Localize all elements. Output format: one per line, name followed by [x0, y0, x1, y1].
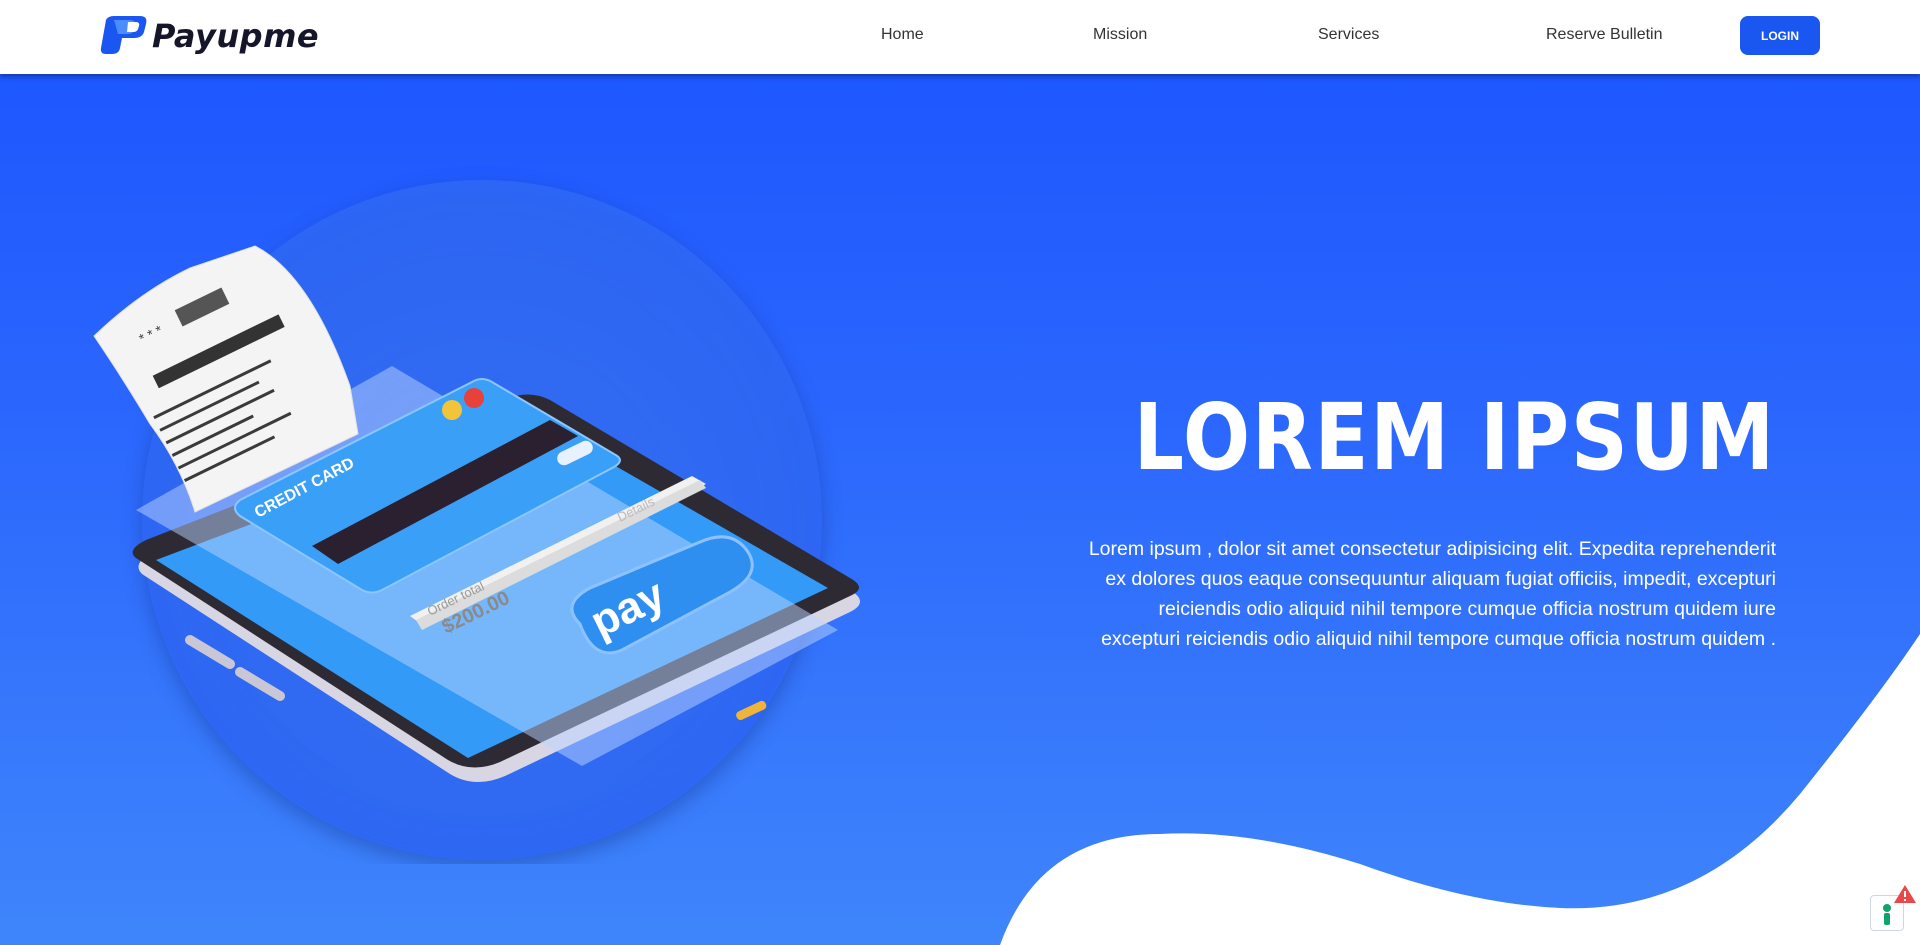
nav-link-reserve-bulletin[interactable]: Reserve Bulletin: [1546, 26, 1663, 44]
payupme-logo-icon: [100, 16, 148, 56]
hero-description: Lorem ipsum , dolor sit amet consectetur…: [1088, 538, 1776, 650]
nav-link-home[interactable]: Home: [881, 26, 924, 44]
warning-icon[interactable]: [1893, 884, 1917, 904]
nav-link-services[interactable]: Services: [1318, 26, 1379, 44]
payment-phone-illustration: * * * CREDIT CARD Order total $200.00 De…: [93, 180, 860, 860]
nav-link-mission[interactable]: Mission: [1093, 26, 1147, 44]
brand[interactable]: Payupme: [100, 16, 319, 56]
top-navbar: Payupme Home Mission Services Reserve Bu…: [0, 0, 1920, 74]
brand-name: Payupme: [152, 17, 320, 55]
login-button[interactable]: LOGIN: [1740, 16, 1820, 55]
hero-section: * * * CREDIT CARD Order total $200.00 De…: [0, 74, 1920, 945]
hero-title: LOREM IPSUM: [1133, 384, 1776, 491]
